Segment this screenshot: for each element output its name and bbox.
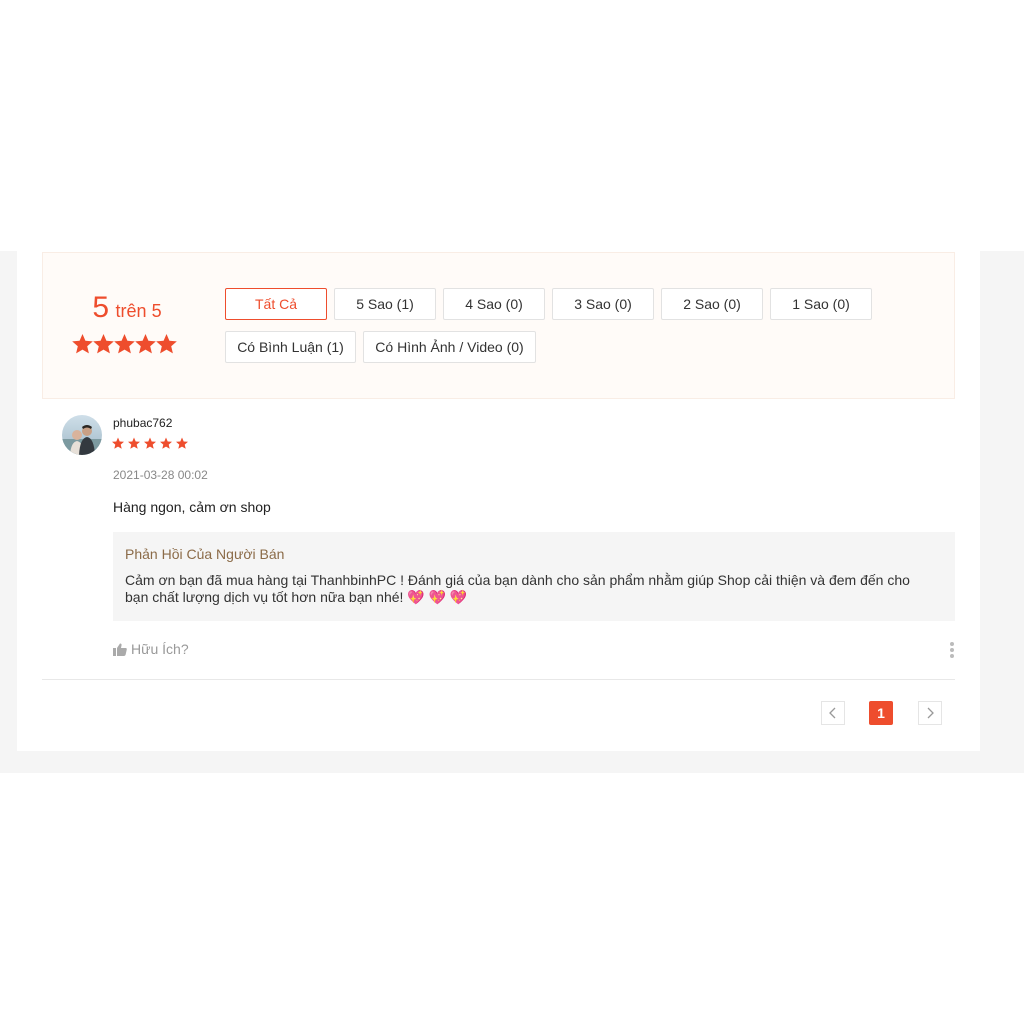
thumbs-up-icon — [113, 642, 127, 656]
filter-4-stars[interactable]: 4 Sao (0) — [443, 288, 545, 320]
star-icon — [128, 437, 140, 449]
filter-5-stars[interactable]: 5 Sao (1) — [334, 288, 436, 320]
seller-reply-title: Phản Hồi Của Người Bán — [125, 546, 285, 562]
avatar-photo — [62, 415, 102, 455]
filter-with-comments[interactable]: Có Bình Luận (1) — [225, 331, 356, 363]
filter-1-star[interactable]: 1 Sao (0) — [770, 288, 872, 320]
rating-score-out-of: trên 5 — [115, 301, 162, 321]
star-icon — [112, 437, 124, 449]
prev-page-button[interactable] — [821, 701, 845, 725]
seller-reply-body: Cảm ơn bạn đã mua hàng tại ThanhbinhPC !… — [125, 572, 910, 605]
avatar[interactable] — [62, 415, 102, 455]
star-icon — [176, 437, 188, 449]
rating-overview: 5 trên 5 Tất Cả 5 Sao (1) 4 Sao (0) 3 Sa… — [42, 252, 955, 399]
rating-score-value: 5 — [92, 291, 110, 324]
star-icon — [160, 437, 172, 449]
review-text: Hàng ngon, cảm ơn shop — [113, 499, 271, 515]
chevron-right-icon — [927, 707, 934, 719]
filter-with-media[interactable]: Có Hình Ảnh / Video (0) — [363, 331, 536, 363]
more-options-icon[interactable] — [949, 641, 955, 659]
chevron-left-icon — [829, 707, 836, 719]
rating-score: 5 trên 5 — [43, 291, 211, 325]
star-icon — [144, 437, 156, 449]
filter-all[interactable]: Tất Cả — [225, 288, 327, 320]
helpful-button[interactable]: Hữu Ích? — [113, 641, 189, 657]
product-ratings-card: 5 trên 5 Tất Cả 5 Sao (1) 4 Sao (0) 3 Sa… — [17, 251, 980, 751]
star-icon — [135, 334, 156, 354]
star-icons — [112, 437, 188, 449]
seller-reply: Phản Hồi Của Người Bán Cảm ơn bạn đã mua… — [113, 532, 955, 621]
review-date: 2021-03-28 00:02 — [113, 468, 208, 482]
filter-2-stars[interactable]: 2 Sao (0) — [661, 288, 763, 320]
star-icon — [156, 334, 177, 354]
review-username[interactable]: phubac762 — [113, 416, 172, 430]
rating-overview-stars — [72, 333, 177, 357]
next-page-button[interactable] — [918, 701, 942, 725]
current-page-button[interactable]: 1 — [869, 701, 893, 725]
review-stars — [112, 437, 190, 451]
pagination: 1 — [17, 701, 980, 725]
star-icon — [93, 334, 114, 354]
star-icon — [114, 334, 135, 354]
review-item: phubac762 2021-03-28 00:02 Hàng ngon, cả… — [42, 399, 955, 680]
star-icons — [72, 334, 177, 354]
filter-3-stars[interactable]: 3 Sao (0) — [552, 288, 654, 320]
helpful-label: Hữu Ích? — [131, 641, 189, 657]
star-icon — [72, 334, 93, 354]
